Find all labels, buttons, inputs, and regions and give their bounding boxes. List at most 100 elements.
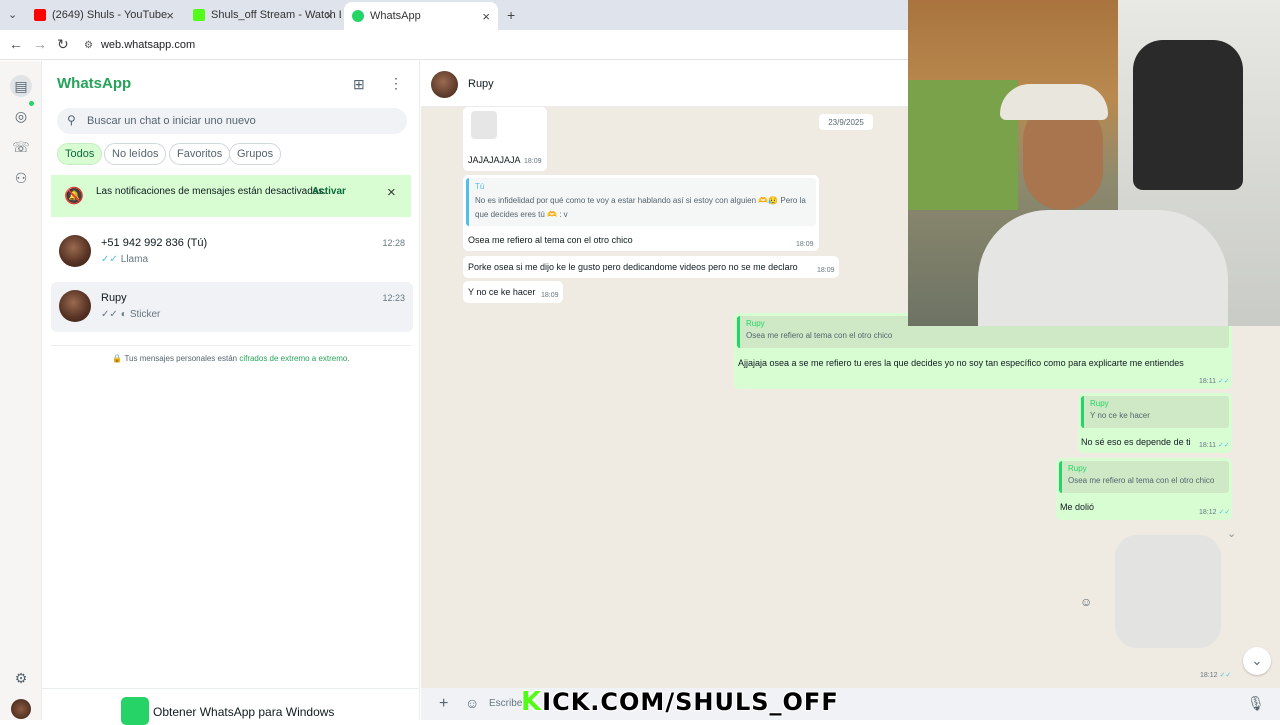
sticker-icon: ◐ [120, 309, 127, 320]
tab-label: Shuls_off Stream - Watch Live o [211, 9, 341, 21]
avatar [59, 290, 91, 322]
message-text: Osea me refiero al tema con el otro chic… [468, 235, 633, 245]
message-bubble-incoming[interactable]: Tú No es infidelidad por qué como te voy… [463, 175, 819, 251]
search-input[interactable]: ⚲ Buscar un chat o iniciar uno nuevo [57, 108, 407, 134]
activate-link[interactable]: Activar [312, 186, 346, 197]
kick-stream-overlay: KICK.COM/SHULS_OFF [521, 686, 839, 718]
close-tab-icon[interactable]: × [325, 8, 333, 23]
chat-list-item-self[interactable]: +51 942 992 836 (Tú) 12:28 ✓✓ Llama [51, 227, 413, 277]
message-options-chevron-icon[interactable]: ⌄ [1227, 527, 1236, 540]
message-time: 18:09 [524, 158, 542, 165]
read-ticks-icon: ✓✓ [1218, 509, 1231, 516]
tab-youtube[interactable]: (2649) Shuls - YouTube × [26, 4, 182, 26]
message-time: 18:12 ✓✓ [1200, 672, 1232, 679]
encryption-link[interactable]: cifrados de extremo a extremo [239, 354, 347, 363]
message-text: Y no ce ke hacer [468, 287, 536, 297]
quoted-text: Y no ce ke hacer [1090, 411, 1150, 420]
encryption-suffix: . [347, 354, 350, 363]
whatsapp-icon [352, 10, 364, 22]
close-tab-icon[interactable]: × [166, 8, 174, 23]
tab-label: WhatsApp [370, 10, 421, 22]
scroll-down-button[interactable]: ⌄ [1243, 647, 1271, 675]
address-bar: ← → ↻ ⚙ web.whatsapp.com [0, 30, 908, 60]
lock-icon: 🔒 [112, 354, 123, 363]
message-text: Me dolió [1060, 502, 1095, 512]
get-app-text: Obtener WhatsApp para Windows [153, 705, 335, 719]
channels-icon[interactable]: ☏ [11, 137, 31, 157]
message-text: Porke osea si me dijo ke le gusto pero d… [468, 262, 798, 272]
whatsapp-side-rail: ▤ ◎ ☏ ⚇ ⚙ [0, 61, 42, 720]
notifications-off-banner: 🔕 Las notificaciones de mensajes están d… [51, 175, 411, 217]
kick-icon [193, 9, 205, 21]
tab-list-chevron-icon[interactable]: ⌄ [8, 8, 17, 21]
emoji-icon[interactable]: ☺ [465, 695, 479, 711]
date-separator: 23/9/2025 [819, 114, 873, 130]
app-title: WhatsApp [57, 75, 132, 92]
profile-avatar[interactable] [11, 699, 31, 719]
chat-list-item-rupy[interactable]: Rupy 12:23 ✓✓ ◐ Sticker [51, 282, 413, 332]
windows-app-icon [121, 697, 149, 725]
tab-whatsapp[interactable]: WhatsApp × [344, 2, 498, 30]
url-text: web.whatsapp.com [100, 39, 196, 51]
message-text: Ajjajaja osea a se me refiero tu eres la… [738, 358, 1184, 368]
close-icon[interactable]: × [387, 184, 396, 201]
search-placeholder: Buscar un chat o iniciar uno nuevo [87, 115, 256, 127]
webcam-person-shirt [978, 210, 1228, 326]
quoted-text: Osea me refiero al tema con el otro chic… [1068, 476, 1215, 485]
status-icon[interactable]: ◎ [11, 106, 31, 126]
quoted-message[interactable]: Tú No es infidelidad por qué como te voy… [466, 178, 816, 226]
reload-icon[interactable]: ↻ [57, 36, 69, 53]
url-field[interactable]: ⚙ web.whatsapp.com [84, 35, 884, 55]
settings-gear-icon[interactable]: ⚙ [11, 668, 31, 688]
tab-label: (2649) Shuls - YouTube [52, 9, 168, 21]
chat-name: +51 942 992 836 (Tú) [101, 237, 208, 249]
tab-kick[interactable]: Shuls_off Stream - Watch Live o × [185, 4, 341, 26]
quoted-message[interactable]: Rupy Osea me refiero al tema con el otro… [1059, 461, 1229, 493]
message-bubble-incoming[interactable]: Y no ce ke hacer 18:09 [463, 281, 563, 303]
read-ticks-icon: ✓✓ [1217, 442, 1230, 449]
quoted-message[interactable]: Rupy Y no ce ke hacer [1081, 396, 1229, 428]
contact-avatar[interactable] [431, 71, 458, 98]
webcam-overlay [908, 0, 1280, 326]
chat-preview-text: Sticker [129, 309, 161, 320]
message-bubble-incoming[interactable]: JAJAJAJAJA 18:09 [463, 107, 547, 171]
menu-kebab-icon[interactable]: ⋮ [389, 75, 403, 92]
react-emoji-icon[interactable]: ☺ [1080, 595, 1092, 609]
back-arrow-icon[interactable]: ← [9, 36, 23, 52]
message-bubble-incoming[interactable]: Porke osea si me dijo ke le gusto pero d… [463, 256, 839, 278]
message-bubble-outgoing[interactable]: Rupy Y no ce ke hacer No sé eso es depen… [1078, 393, 1232, 453]
close-tab-icon[interactable]: × [482, 9, 490, 24]
message-time: 18:11 ✓✓ [1199, 378, 1230, 385]
get-app-banner[interactable]: Obtener WhatsApp para Windows [42, 688, 420, 725]
filter-chip-favorites[interactable]: Favoritos [169, 143, 231, 165]
quoted-author: Tú [475, 182, 485, 191]
site-info-icon[interactable]: ⚙ [84, 40, 93, 51]
communities-icon[interactable]: ⚇ [11, 168, 31, 188]
microphone-icon[interactable]: 🎙 [1247, 695, 1265, 712]
message-bubble-outgoing[interactable]: Rupy Osea me refiero al tema con el otro… [1056, 458, 1232, 520]
encryption-prefix: Tus mensajes personales están [124, 354, 240, 363]
chat-preview: ✓✓ ◐ Sticker [101, 309, 160, 320]
message-input[interactable]: Escribe [489, 698, 522, 709]
attach-plus-icon[interactable]: + [439, 695, 448, 713]
chat-preview: ✓✓ Llama [101, 254, 148, 265]
new-tab-button[interactable]: + [507, 7, 515, 23]
filter-chip-unread[interactable]: No leídos [104, 143, 167, 165]
quoted-text: No es infidelidad por qué como te voy a … [475, 196, 806, 219]
new-chat-icon[interactable]: ⊞ [353, 76, 365, 93]
message-time: 18:09 [796, 241, 814, 248]
forward-arrow-icon[interactable]: → [33, 36, 47, 52]
filter-chip-all[interactable]: Todos [57, 143, 103, 165]
read-ticks-icon: ✓✓ [101, 254, 118, 265]
youtube-icon [34, 9, 46, 21]
image-thumbnail[interactable] [471, 111, 497, 139]
chat-name: Rupy [101, 292, 127, 304]
conversation-header[interactable]: Rupy [421, 61, 908, 107]
notification-text: Las notificaciones de mensajes están des… [96, 186, 327, 197]
sticker-image[interactable] [1115, 535, 1221, 648]
chats-icon[interactable]: ▤ [10, 75, 32, 97]
read-ticks-icon: ✓✓ [101, 309, 118, 320]
filter-chip-groups[interactable]: Grupos [229, 143, 282, 165]
quoted-text: Osea me refiero al tema con el otro chic… [746, 331, 893, 340]
contact-name: Rupy [468, 78, 494, 90]
